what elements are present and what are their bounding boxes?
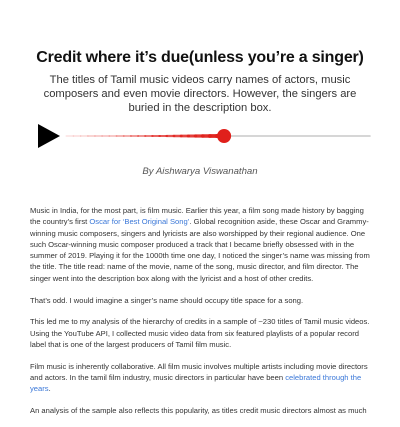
- oscar-link[interactable]: Oscar for ‘Best Original Song’: [89, 217, 189, 226]
- progress-slider[interactable]: [0, 118, 400, 156]
- paragraph-4: Film music is inherently collaborative. …: [30, 361, 368, 394]
- paragraph-1: Music in India, for the most part, is fi…: [30, 206, 370, 283]
- progress-thumb[interactable]: [217, 129, 232, 143]
- article-subtitle: The titles of Tamil music videos carry n…: [43, 74, 357, 114]
- paragraph-2: That’s odd. I would imagine a singer’s n…: [30, 295, 304, 305]
- article-title: Credit where it’s due(unless you’re a si…: [36, 49, 364, 66]
- play-icon[interactable]: [38, 124, 60, 148]
- paragraph-5: An analysis of the sample also reflects …: [30, 406, 367, 416]
- paragraph-3: This led me to my analysis of the hierar…: [30, 317, 370, 349]
- article-body: Music in India, for the most part, is fi…: [30, 205, 375, 427]
- byline: By Aishwarya Viswanathan: [142, 166, 258, 177]
